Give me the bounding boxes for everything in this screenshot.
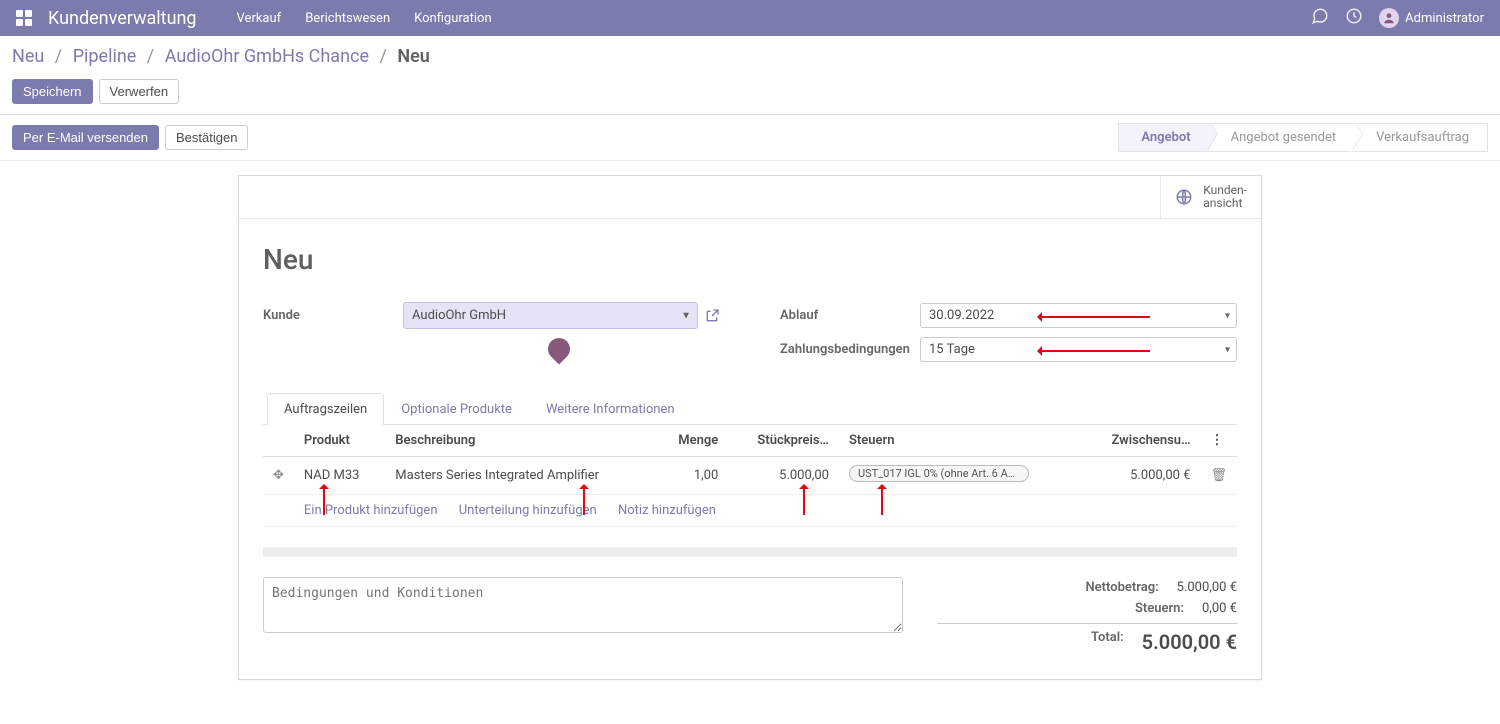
username: Administrator [1405,11,1484,26]
cell-qty[interactable]: 1,00 [656,457,729,495]
terms-conditions-input[interactable] [263,577,903,633]
clock-icon[interactable] [1345,7,1363,29]
drag-handle-icon[interactable]: ✥ [273,468,284,483]
statusbar: Angebot Angebot gesendet Verkaufsauftrag [1118,123,1488,152]
annotation-arrow [583,487,585,515]
menu-konfiguration[interactable]: Konfiguration [414,11,491,26]
crumb-chance[interactable]: AudioOhr GmbHs Chance [165,46,369,67]
annotation-arrow [881,487,883,515]
chevron-down-icon: ▾ [1225,344,1230,355]
trash-icon[interactable]: 🗑 [1210,468,1227,483]
tabs: Auftragszeilen Optionale Produkte Weiter… [263,392,1237,425]
menu-berichtswesen[interactable]: Berichtswesen [305,11,390,26]
col-qty: Menge [656,425,729,457]
save-button[interactable]: Speichern [12,79,93,104]
chevron-down-icon: ▼ [681,310,691,321]
discard-button[interactable]: Verwerfen [99,79,180,104]
col-product: Produkt [294,425,385,457]
total-amount: 5.000,00 € [1142,630,1237,654]
annotation-arrow [323,487,325,515]
stage-angebot-gesendet[interactable]: Angebot gesendet [1209,123,1355,152]
topbar: Kundenverwaltung Verkauf Berichtswesen K… [0,0,1500,36]
cell-subtotal: 5.000,00 € [1081,457,1201,495]
table-row[interactable]: ✥ NAD M33 Masters Series Integrated Ampl… [263,457,1237,495]
user-menu[interactable]: Administrator [1379,8,1484,28]
column-options-icon[interactable]: ⋮ [1200,425,1237,457]
cell-price[interactable]: 5.000,00 [728,457,839,495]
add-note-link[interactable]: Notiz hinzufügen [618,503,716,518]
tab-optionale-produkte[interactable]: Optionale Produkte [384,393,529,425]
cell-product[interactable]: NAD M33 [294,457,385,495]
breadcrumb: Neu / Pipeline / AudioOhr GmbHs Chance /… [0,36,1500,73]
expiry-label: Ablauf [780,308,920,323]
customer-view-button[interactable]: Kunden- ansicht [1160,176,1261,218]
menu-verkauf[interactable]: Verkauf [237,11,282,26]
avatar-icon [1379,8,1399,28]
statusbar-row: Per E-Mail versenden Bestätigen Angebot … [0,115,1500,161]
payment-terms-label: Zahlungsbedingungen [780,342,920,357]
totals: Nettobetrag:5.000,00 € Steuern:0,00 € To… [937,577,1237,657]
annotation-arrow [1040,350,1150,352]
customer-label: Kunde [263,308,403,323]
annotation-arrow [1040,316,1150,318]
add-section-link[interactable]: Unterteilung hinzufügen [459,503,597,518]
annotation-arrow [803,487,805,515]
col-price: Stückpreis… [728,425,839,457]
external-link-icon[interactable] [704,308,720,324]
record-title: Neu [263,243,1237,276]
crumb-neu[interactable]: Neu [12,46,44,67]
cell-tax[interactable]: UST_017 IGL 0% (ohne Art. 6 Ab… [839,457,1081,495]
confirm-button[interactable]: Bestätigen [165,125,248,150]
tax-amount: 0,00 € [1202,601,1237,616]
separator [263,547,1237,557]
edit-buttons: Speichern Verwerfen [0,73,1500,115]
send-email-button[interactable]: Per E-Mail versenden [12,125,159,150]
crumb-current: Neu [397,46,429,67]
globe-icon [1175,188,1193,206]
apps-icon[interactable] [16,10,32,26]
stage-angebot[interactable]: Angebot [1118,123,1208,152]
top-menu: Verkauf Berichtswesen Konfiguration [237,11,492,26]
col-tax: Steuern [839,425,1081,457]
tab-weitere-informationen[interactable]: Weitere Informationen [529,393,692,425]
col-description: Beschreibung [385,425,655,457]
tab-auftragszeilen[interactable]: Auftragszeilen [267,393,384,425]
stage-verkaufsauftrag[interactable]: Verkaufsauftrag [1354,123,1488,152]
net-amount: 5.000,00 € [1177,580,1237,595]
chevron-down-icon: ▾ [1225,310,1230,321]
crumb-pipeline[interactable]: Pipeline [73,46,137,67]
cell-description[interactable]: Masters Series Integrated Amplifier [385,457,655,495]
chat-icon[interactable] [1311,7,1329,29]
form-sheet: Kunden- ansicht Neu Kunde AudioOhr GmbH … [238,175,1262,680]
order-lines-table: Produkt Beschreibung Menge Stückpreis… S… [263,425,1237,527]
col-subtotal: Zwischensu… [1081,425,1201,457]
customer-field[interactable]: AudioOhr GmbH ▼ [403,302,698,329]
app-title: Kundenverwaltung [48,8,197,29]
